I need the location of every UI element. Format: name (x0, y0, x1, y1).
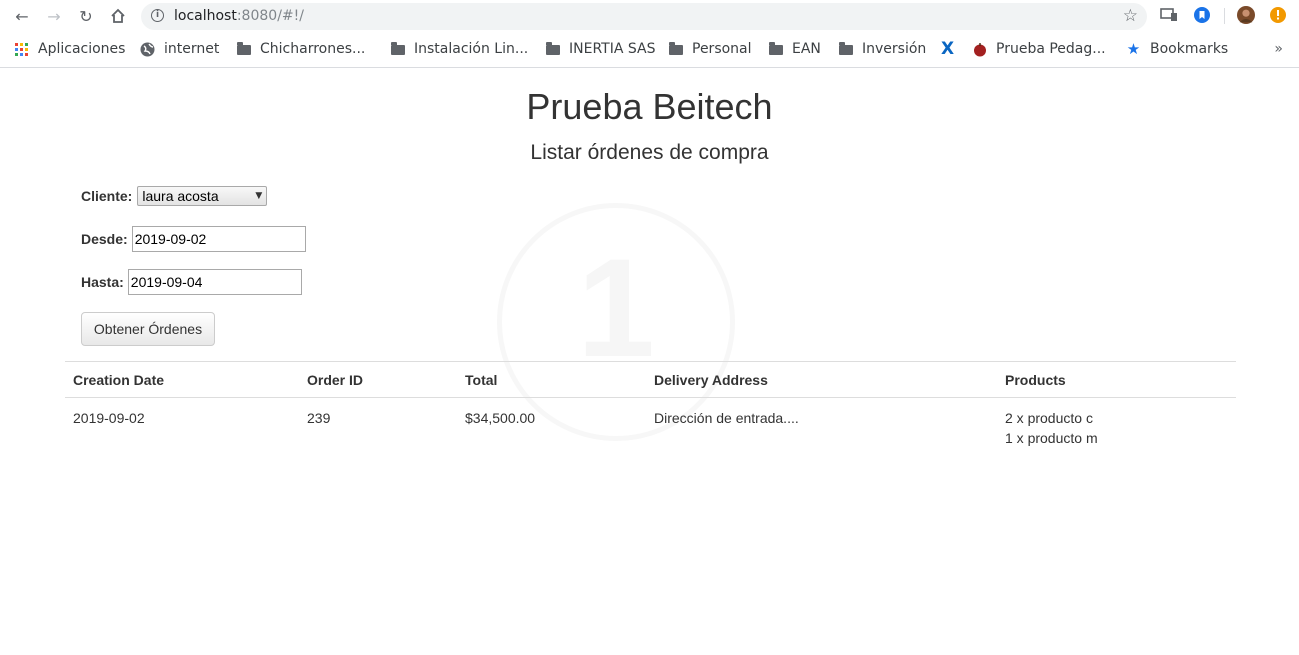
reload-icon[interactable]: ↻ (74, 5, 98, 27)
bookmark-label: internet (164, 41, 220, 57)
address-bar[interactable]: i localhost:8080/#!/ ☆ (141, 3, 1147, 30)
bookmark-label: Instalación Lin... (414, 41, 529, 57)
table-header-row: Creation Date Order ID Total Delivery Ad… (65, 361, 1236, 398)
cell-creation-date: 2019-09-02 (73, 410, 145, 426)
bookmark-label: INERTIA SAS (569, 41, 656, 57)
bookmark-inertia[interactable]: INERTIA SAS (545, 40, 655, 58)
x-icon: X (940, 39, 955, 59)
back-arrow-icon[interactable]: ← (10, 5, 34, 27)
bookmark-label: Bookmarks (1150, 41, 1229, 57)
bookmark-chicharrones[interactable]: Chicharrones... (236, 40, 365, 58)
apps-icon (14, 42, 29, 57)
header-creation-date: Creation Date (65, 361, 299, 398)
url-text: localhost:8080/#!/ (174, 8, 304, 24)
page-title: Prueba Beitech (526, 86, 773, 127)
bookmark-bookmarks[interactable]: ★ Bookmarks (1126, 40, 1228, 58)
bookmark-label: EAN (792, 41, 821, 57)
bookmark-label: Personal (692, 41, 752, 57)
folder-icon (545, 42, 560, 57)
orders-table: Creation Date Order ID Total Delivery Ad… (65, 361, 1236, 458)
desde-input[interactable] (131, 226, 306, 252)
folder-icon (390, 42, 405, 57)
header-order-id: Order ID (299, 361, 457, 398)
hasta-row: Hasta: (81, 269, 302, 295)
cell-total: $34,500.00 (465, 410, 536, 426)
bookmark-star-icon[interactable]: ☆ (1123, 6, 1138, 26)
bookmarks-bar: Aplicaciones internet Chicharrones... In… (0, 33, 1299, 68)
folder-icon (768, 42, 783, 57)
bookmark-label: Aplicaciones (38, 41, 126, 57)
watermark-number: 1 (577, 229, 655, 386)
folder-icon (236, 42, 251, 57)
table-row: 2019-09-02 239 $34,500.00 Dirección de e… (65, 398, 1236, 459)
toolbar-separator (1224, 8, 1225, 24)
cell-order-id: 239 (307, 410, 331, 426)
bookmark-instalacion[interactable]: Instalación Lin... (390, 40, 528, 58)
folder-icon (838, 42, 853, 57)
bookmark-internet[interactable]: internet (140, 40, 219, 58)
product-item: 2 x producto c (1005, 410, 1093, 426)
bookmark-aplicaciones[interactable]: Aplicaciones (14, 40, 125, 58)
bookmark-x[interactable]: X (940, 39, 964, 59)
bookmark-inversion[interactable]: Inversión (838, 40, 926, 58)
desde-label: Desde: (81, 231, 128, 247)
extension-bookmark-icon[interactable] (1193, 6, 1211, 24)
cell-products: 2 x producto c 1 x producto m (997, 398, 1236, 459)
bookmark-label: Prueba Pedag... (996, 41, 1106, 57)
hasta-input[interactable] (127, 269, 302, 295)
cliente-select[interactable]: laura acosta ▼ (137, 186, 268, 206)
site-info-icon[interactable]: i (151, 9, 164, 22)
home-icon[interactable] (106, 5, 130, 27)
update-warning-icon[interactable] (1269, 6, 1287, 24)
product-item: 1 x producto m (1005, 430, 1098, 446)
forward-arrow-icon[interactable]: → (42, 5, 66, 27)
bookmark-personal[interactable]: Personal (668, 40, 752, 58)
cast-icon[interactable] (1160, 6, 1178, 24)
cell-delivery-address: Dirección de entrada.... (654, 410, 799, 426)
bookmark-label: Chicharrones... (260, 41, 366, 57)
folder-icon (668, 42, 683, 57)
bookmark-prueba-pedag[interactable]: Prueba Pedag... (972, 40, 1106, 58)
profile-avatar[interactable] (1237, 6, 1255, 24)
bookmark-ean[interactable]: EAN (768, 40, 821, 58)
hasta-label: Hasta: (81, 274, 124, 290)
page-subtitle: Listar órdenes de compra (530, 141, 769, 164)
star-icon: ★ (1126, 40, 1141, 58)
cliente-row: Cliente: laura acosta ▼ (81, 186, 268, 206)
desde-row: Desde: (81, 226, 306, 252)
cliente-selected-value: laura acosta (142, 188, 219, 204)
header-products: Products (997, 361, 1236, 398)
browser-toolbar: ← → ↻ i localhost:8080/#!/ ☆ (0, 0, 1299, 33)
more-bookmarks-chevron-icon[interactable]: » (1274, 41, 1283, 57)
cliente-label: Cliente: (81, 188, 133, 204)
apple-icon (972, 42, 987, 57)
header-delivery-address: Delivery Address (646, 361, 997, 398)
globe-icon (140, 42, 155, 57)
header-total: Total (457, 361, 646, 398)
bookmark-label: Inversión (862, 41, 927, 57)
dropdown-arrow-icon: ▼ (255, 191, 263, 201)
obtener-ordenes-button[interactable]: Obtener Órdenes (81, 312, 215, 346)
